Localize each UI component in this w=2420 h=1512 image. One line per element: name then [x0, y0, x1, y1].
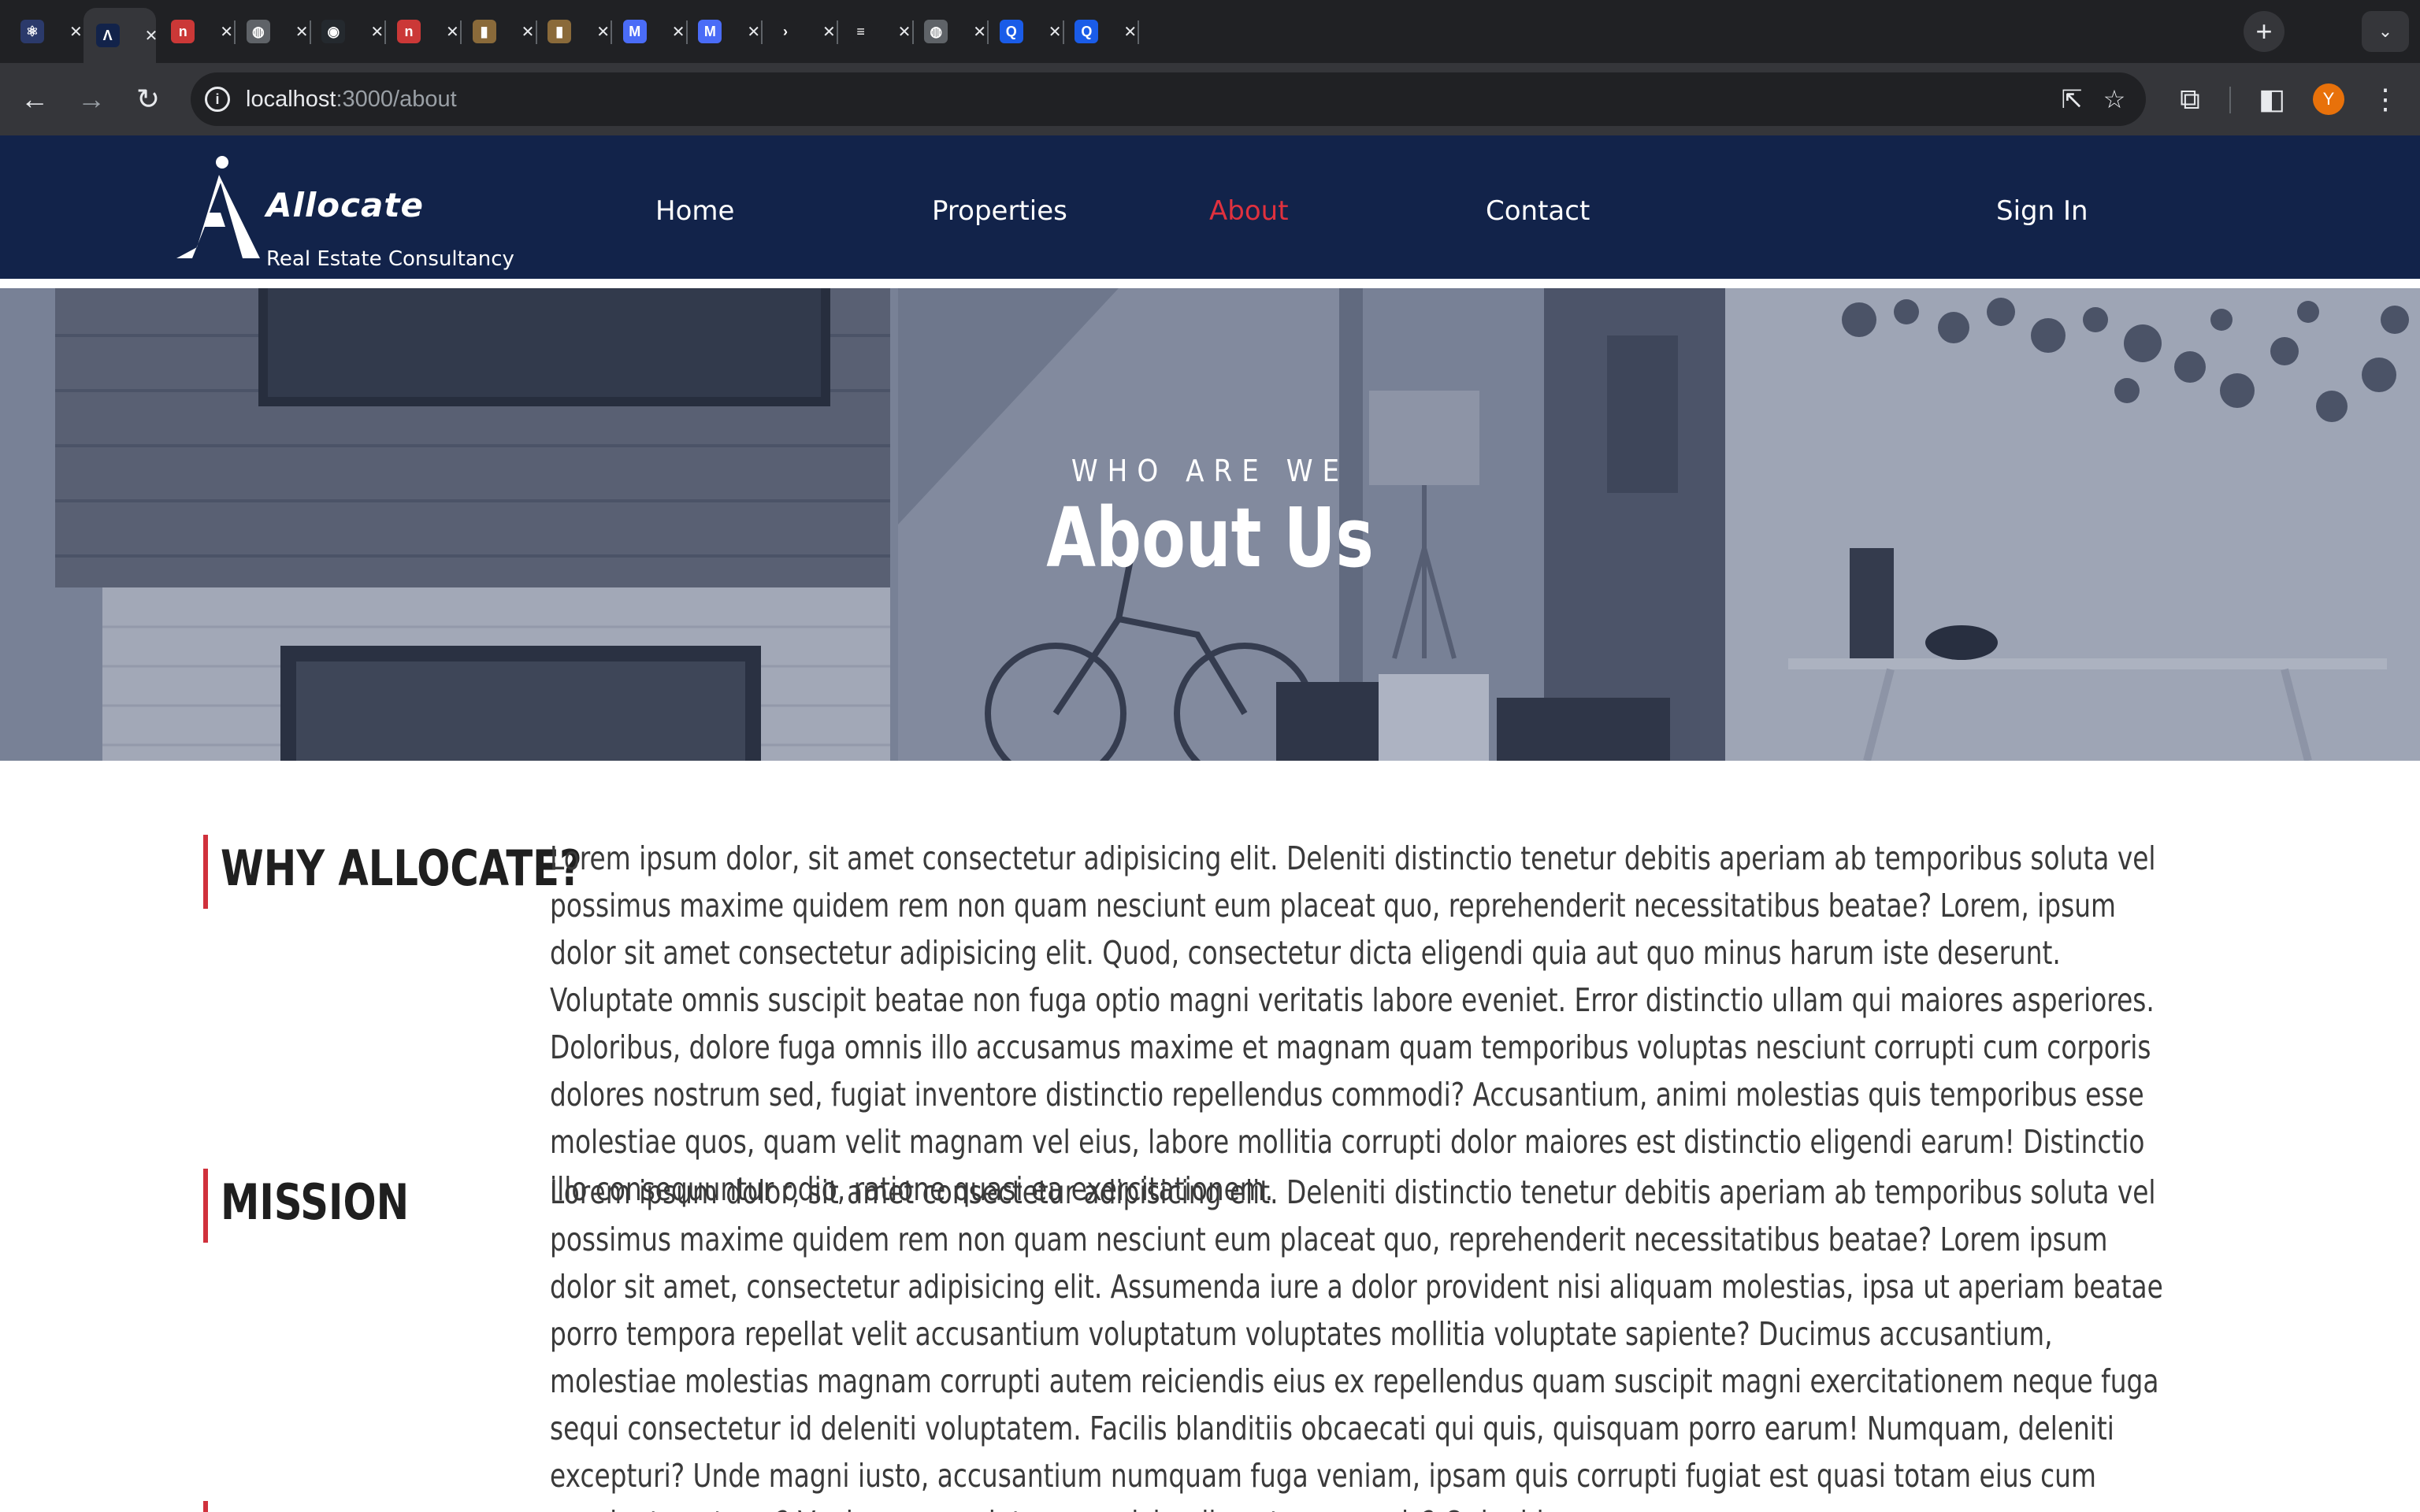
- close-tab-icon[interactable]: ✕: [973, 22, 986, 42]
- book-icon: ▮: [472, 20, 496, 43]
- close-tab-icon[interactable]: ✕: [898, 22, 911, 42]
- url-host: localhost: [246, 86, 336, 112]
- browser-tab[interactable]: QBayut✕: [1062, 9, 1140, 54]
- book-icon: ▮: [547, 20, 572, 43]
- search-q-icon: Q: [999, 20, 1023, 43]
- section-heading: WHY ALLOCATE?: [221, 839, 582, 897]
- browser-tab[interactable]: ≡java✕: [837, 9, 914, 54]
- allocate-logo-icon[interactable]: [173, 154, 260, 258]
- npm-icon: n: [171, 20, 195, 43]
- nav-about-link[interactable]: About: [1209, 195, 1289, 227]
- close-tab-icon[interactable]: ✕: [1049, 22, 1062, 42]
- address-bar[interactable]: i localhost:3000/about ⇱ ☆: [191, 72, 2146, 126]
- browser-tab[interactable]: nreact✕: [158, 9, 236, 54]
- reload-button[interactable]: ↻: [128, 79, 169, 120]
- browser-tab[interactable]: ΛAllocate✕: [83, 8, 158, 63]
- close-tab-icon[interactable]: ✕: [672, 22, 685, 42]
- side-panel-icon: ◧: [2258, 83, 2285, 115]
- nav-properties-link[interactable]: Properties: [932, 195, 1067, 227]
- kebab-menu-icon: ⋮: [2371, 83, 2400, 115]
- browser-menu-button[interactable]: ⋮: [2365, 79, 2406, 120]
- browser-tab[interactable]: ▮Mock✕: [535, 9, 613, 54]
- search-q-icon: Q: [1075, 20, 1099, 43]
- bookmark-star-icon[interactable]: ☆: [2097, 82, 2132, 117]
- browser-tab[interactable]: MMock✕: [611, 9, 688, 54]
- close-tab-icon[interactable]: ✕: [145, 26, 158, 46]
- hero-banner: WHO ARE WE About Us: [0, 288, 2420, 761]
- map-icon: M: [622, 20, 647, 43]
- section-mission: MISSION Lorem ipsum dolor, sit amet cons…: [203, 1169, 2220, 1512]
- close-tab-icon[interactable]: ✕: [822, 22, 836, 42]
- map-icon: M: [698, 20, 722, 43]
- close-tab-icon[interactable]: ✕: [69, 22, 83, 42]
- url-path: :3000/about: [336, 86, 457, 112]
- browser-tab[interactable]: ◍Example✕: [234, 9, 311, 54]
- puzzle-icon: ⧉: [2180, 82, 2200, 115]
- new-tab-button[interactable]: +: [2244, 11, 2285, 52]
- npm-icon: n: [397, 20, 421, 43]
- close-tab-icon[interactable]: ✕: [747, 22, 760, 42]
- open-in-app-icon[interactable]: ⇱: [2054, 82, 2089, 117]
- tab-separator: [1138, 20, 1140, 44]
- site-header: Allocate Real Estate Consultancy Home Pr…: [0, 135, 2420, 279]
- brand-tagline: Real Estate Consultancy: [266, 247, 514, 271]
- allocate-logo-icon: Λ: [95, 24, 120, 47]
- browser-tab[interactable]: QBayut✕: [987, 9, 1064, 54]
- section-body: Lorem ipsum dolor, sit amet consectetur …: [550, 839, 2156, 1208]
- browser-tab-strip: ⚛React✕ΛAllocate✕nreact✕◍Example✕◉react✕…: [0, 0, 2420, 63]
- section-accent-bar: [203, 1169, 208, 1243]
- hero-title: About Us: [1046, 490, 1374, 586]
- browser-toolbar: ← → ↻ i localhost:3000/about ⇱ ☆ ⧉ ◧ Y ⋮: [0, 63, 2420, 135]
- nav-signin-link[interactable]: Sign In: [1996, 195, 2088, 227]
- section-accent-bar: [203, 1501, 208, 1512]
- github-icon: ◉: [321, 20, 346, 43]
- chevron-icon: ›: [774, 20, 797, 43]
- section-body: Lorem ipsum dolor, sit amet consectetur …: [550, 1173, 2163, 1512]
- hero-subtitle: WHO ARE WE: [1071, 454, 1349, 488]
- section-accent-bar: [203, 835, 208, 909]
- section-heading: MISSION: [221, 1173, 410, 1231]
- site-info-icon[interactable]: i: [205, 87, 230, 112]
- browser-tab[interactable]: ›Features✕: [761, 9, 838, 54]
- browser-tab[interactable]: ◉react✕: [309, 9, 387, 54]
- browser-tab[interactable]: ◍bayut✕: [911, 9, 989, 54]
- browser-tab[interactable]: nreact✕: [384, 9, 462, 54]
- browser-tab[interactable]: MMock✕: [685, 9, 763, 54]
- header-divider: [0, 279, 2420, 288]
- section-next: [203, 1501, 2220, 1512]
- back-arrow-icon: ←: [20, 83, 49, 115]
- close-tab-icon[interactable]: ✕: [220, 22, 233, 42]
- close-tab-icon[interactable]: ✕: [1123, 22, 1137, 42]
- reload-icon: ↻: [135, 83, 161, 115]
- section-why-allocate: WHY ALLOCATE? Lorem ipsum dolor, sit ame…: [203, 835, 2220, 1208]
- browser-tab[interactable]: ▮Admin✕: [460, 9, 537, 54]
- close-tab-icon[interactable]: ✕: [446, 22, 459, 42]
- forward-button[interactable]: →: [71, 79, 112, 120]
- forward-arrow-icon: →: [77, 83, 106, 115]
- close-tab-icon[interactable]: ✕: [370, 22, 384, 42]
- globe-icon: ◍: [924, 20, 948, 43]
- close-tab-icon[interactable]: ✕: [295, 22, 309, 42]
- url-text[interactable]: localhost:3000/about: [246, 87, 457, 113]
- side-panel-button[interactable]: ◧: [2251, 79, 2292, 120]
- nav-home-link[interactable]: Home: [655, 195, 734, 227]
- tab-search-button[interactable]: ⌄: [2362, 11, 2409, 52]
- close-tab-icon[interactable]: ✕: [521, 22, 535, 42]
- close-tab-icon[interactable]: ✕: [596, 22, 610, 42]
- back-button[interactable]: ←: [14, 79, 55, 120]
- extensions-button[interactable]: ⧉: [2169, 79, 2210, 120]
- browser-tab[interactable]: ⚛React✕: [8, 9, 85, 54]
- profile-avatar[interactable]: Y: [2313, 83, 2344, 115]
- toolbar-divider: [2229, 87, 2231, 113]
- react-icon: ⚛: [20, 20, 44, 43]
- globe-icon: ◍: [246, 20, 270, 43]
- stackoverflow-icon: ≡: [848, 20, 873, 43]
- nav-contact-link[interactable]: Contact: [1486, 195, 1590, 227]
- brand-name[interactable]: Allocate: [266, 186, 424, 224]
